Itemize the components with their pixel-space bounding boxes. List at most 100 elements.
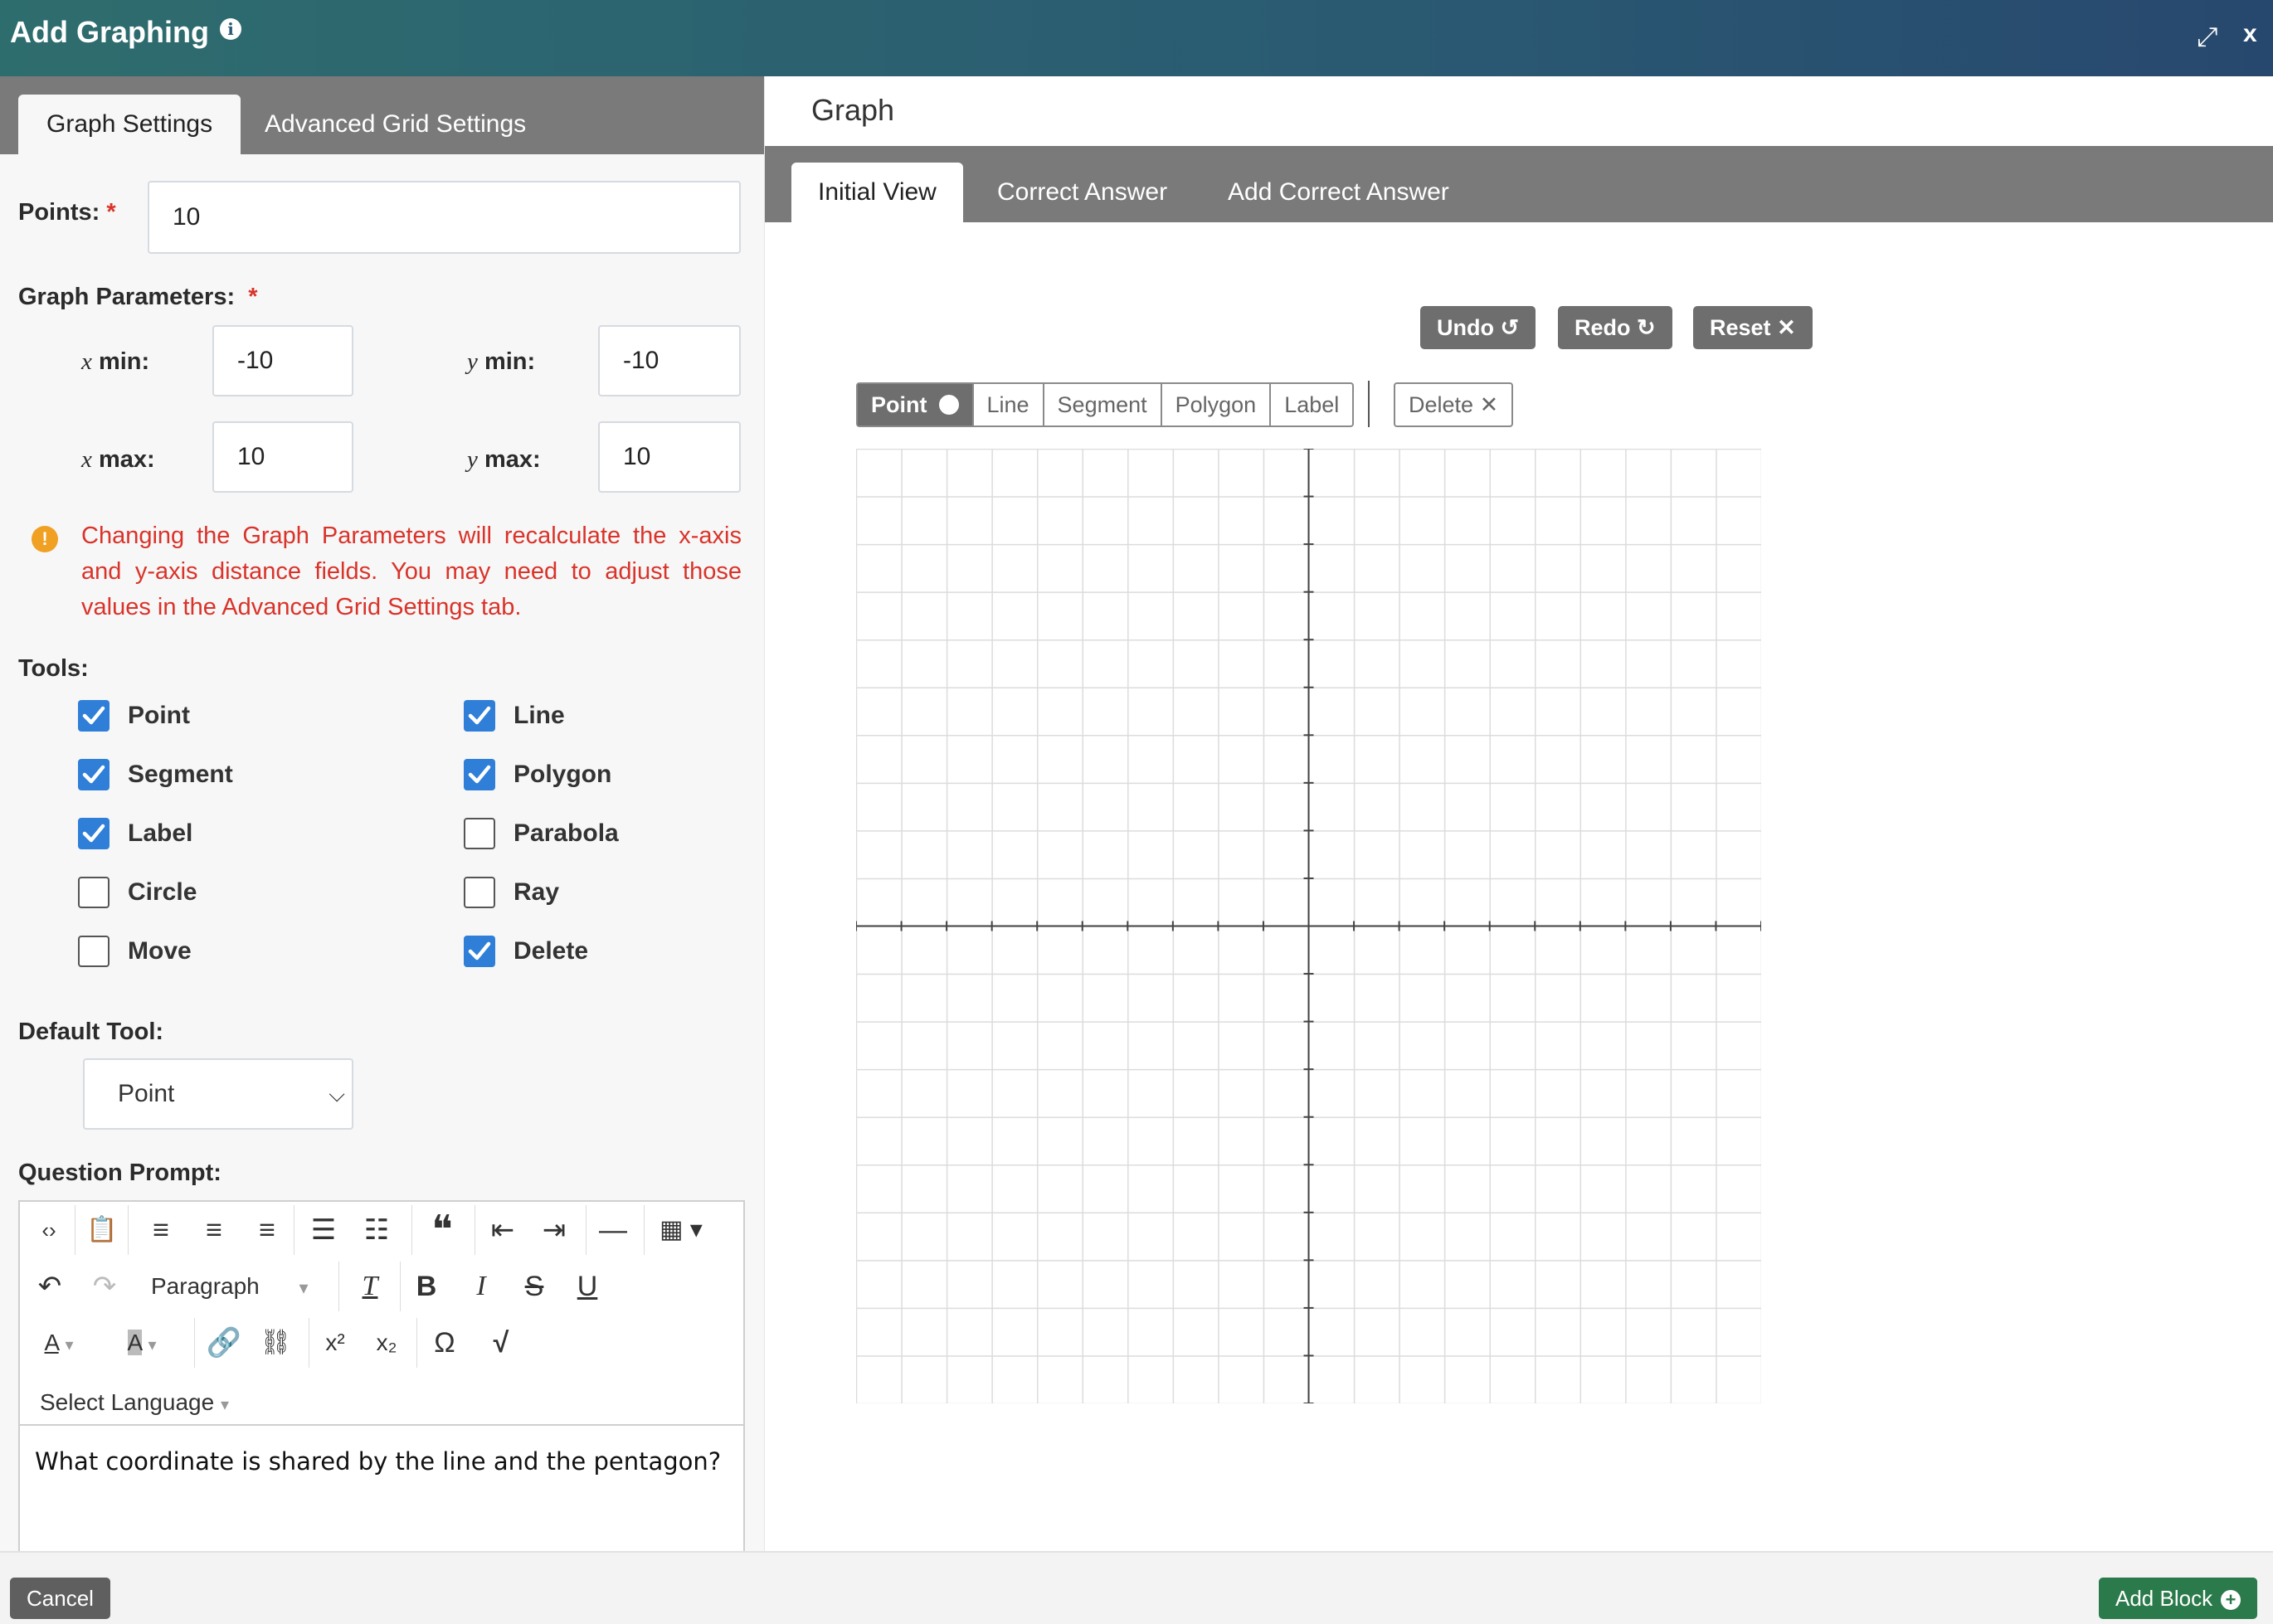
chevron-down-icon: ▾ <box>299 1277 309 1298</box>
strikethrough-icon[interactable]: S <box>516 1258 552 1315</box>
xmin-label: x min: <box>81 348 149 376</box>
math-equation-icon[interactable]: √ <box>483 1315 519 1371</box>
unlink-icon[interactable]: ⛓ <box>257 1315 294 1371</box>
editor-toolbar-row-2: ↶ ↷ Paragraph ▾ T B I S U <box>20 1258 743 1318</box>
reset-button[interactable]: Reset ✕ <box>1693 306 1813 349</box>
graph-parameters-label-text: Graph Parameters: <box>18 284 236 310</box>
tab-advanced-grid-settings[interactable]: Advanced Grid Settings <box>236 95 554 154</box>
undo-icon: ↺ <box>1500 315 1520 340</box>
graph-tool-label[interactable]: Label <box>1271 384 1352 425</box>
undo-label: Undo <box>1437 315 1494 340</box>
tool-checkbox-polygon[interactable] <box>464 759 495 790</box>
graph-tool-point-label: Point <box>871 392 927 417</box>
xmax-input[interactable]: 10 <box>212 421 353 493</box>
question-prompt-label: Question Prompt: <box>18 1160 221 1186</box>
blockquote-icon[interactable]: ❝ <box>421 1202 463 1258</box>
tab-correct-answer[interactable]: Correct Answer <box>971 163 1194 222</box>
text-color-icon[interactable]: A ▾ <box>30 1315 88 1371</box>
info-icon[interactable]: i <box>220 18 241 40</box>
default-tool-label: Default Tool: <box>18 1019 164 1045</box>
special-character-icon[interactable]: Ω <box>426 1315 463 1371</box>
ymax-input[interactable]: 10 <box>598 421 741 493</box>
graph-tool-segment[interactable]: Segment <box>1044 384 1162 425</box>
dialog-footer: Cancel Add Block + <box>0 1551 2273 1624</box>
required-marker: * <box>248 284 258 310</box>
numbered-list-icon[interactable]: ☷ <box>358 1202 395 1258</box>
xmin-label-text: min: <box>98 348 150 375</box>
bullet-list-icon[interactable]: ☰ <box>305 1202 342 1258</box>
tool-checkbox-line[interactable] <box>464 700 495 732</box>
tool-checkbox-label: Parabola <box>513 819 619 847</box>
xmin-input[interactable]: -10 <box>212 325 353 396</box>
close-button[interactable]: x <box>2243 20 2257 48</box>
redo-label: Redo <box>1575 315 1631 340</box>
default-tool-select[interactable]: Point ⌵ <box>83 1058 353 1130</box>
language-select[interactable]: Select Language ▾ <box>40 1389 229 1416</box>
superscript-icon[interactable]: x² <box>317 1315 353 1371</box>
tool-checkbox-ray[interactable] <box>464 877 495 908</box>
horizontal-rule-icon[interactable]: — <box>596 1202 630 1258</box>
points-label: Points: * <box>18 199 116 226</box>
subscript-icon[interactable]: x₂ <box>368 1315 405 1371</box>
clear-format-icon[interactable]: T <box>352 1258 388 1315</box>
tool-checkbox-label: Move <box>128 937 192 965</box>
tool-checkbox-circle[interactable] <box>78 877 110 908</box>
settings-tabs: Graph Settings Advanced Grid Settings <box>0 76 764 154</box>
tool-checkbox-delete[interactable] <box>464 936 495 967</box>
indent-icon[interactable]: ⇥ <box>538 1202 571 1258</box>
tool-checkbox-label[interactable] <box>78 818 110 849</box>
tool-checkbox-move[interactable] <box>78 936 110 967</box>
redo-icon: ↻ <box>1637 315 1656 340</box>
graph-canvas[interactable] <box>856 449 1761 1403</box>
warning-icon: ! <box>32 526 58 552</box>
background-color-icon[interactable]: A ▾ <box>113 1315 171 1371</box>
dialog-header: Add Graphing i ⤢ x <box>0 0 2273 76</box>
undo-icon[interactable]: ↶ <box>32 1258 68 1315</box>
undo-button[interactable]: Undo ↺ <box>1420 306 1536 349</box>
cancel-button[interactable]: Cancel <box>10 1578 110 1619</box>
graph-tool-line[interactable]: Line <box>974 384 1044 425</box>
rich-text-editor: ‹› 📋 ≡ ≡ ≡ ☰ ☷ ❝ ⇤ ⇥ — ▦ ▾ ↶ ↷ Paragraph <box>18 1200 745 1551</box>
table-icon[interactable]: ▦ ▾ <box>652 1202 710 1258</box>
paste-icon[interactable]: 📋 <box>83 1202 121 1258</box>
ymax-label-text: max: <box>484 446 541 473</box>
tab-initial-view[interactable]: Initial View <box>791 163 963 222</box>
xmax-label-text: max: <box>98 446 155 473</box>
redo-icon[interactable]: ↷ <box>86 1258 123 1315</box>
chevron-down-icon: ⌵ <box>329 1082 345 1106</box>
graph-tool-group: Point Line Segment Polygon Label <box>856 382 1355 427</box>
graph-tool-polygon[interactable]: Polygon <box>1162 384 1272 425</box>
prompt-text-area[interactable]: What coordinate is shared by the line an… <box>20 1424 743 1551</box>
link-icon[interactable]: 🔗 <box>206 1315 242 1371</box>
tab-add-correct-answer[interactable]: Add Correct Answer <box>1201 163 1476 222</box>
source-code-icon[interactable]: ‹› <box>30 1202 68 1258</box>
graph-parameters-label: Graph Parameters: * <box>18 284 257 311</box>
settings-panel: Graph Settings Advanced Grid Settings Po… <box>0 76 765 1551</box>
tool-checkbox-label: Ray <box>513 878 560 906</box>
format-select[interactable]: Paragraph ▾ <box>151 1258 333 1315</box>
add-block-button[interactable]: Add Block + <box>2099 1578 2258 1619</box>
tool-checkbox-label: Label <box>128 819 193 847</box>
underline-icon[interactable]: U <box>569 1258 606 1315</box>
tool-checkbox-parabola[interactable] <box>464 818 495 849</box>
tool-checkbox-segment[interactable] <box>78 759 110 790</box>
italic-icon[interactable]: I <box>463 1258 499 1315</box>
close-icon: ✕ <box>1777 315 1796 340</box>
align-left-icon[interactable]: ≡ <box>144 1202 178 1258</box>
align-center-icon[interactable]: ≡ <box>197 1202 231 1258</box>
editor-toolbar-row-3: A ▾ A ▾ 🔗 ⛓ x² x₂ Ω √ <box>20 1315 743 1374</box>
graph-tabs: Initial View Correct Answer Add Correct … <box>765 146 2273 222</box>
ymin-input[interactable]: -10 <box>598 325 741 396</box>
graph-tool-point[interactable]: Point <box>858 384 974 425</box>
points-input[interactable]: 10 <box>148 181 741 254</box>
outdent-icon[interactable]: ⇤ <box>486 1202 519 1258</box>
graph-tool-delete[interactable]: Delete ✕ <box>1394 382 1514 427</box>
format-value: Paragraph <box>151 1273 260 1299</box>
redo-button[interactable]: Redo ↻ <box>1558 306 1672 349</box>
bold-icon[interactable]: B <box>408 1258 445 1315</box>
expand-icon[interactable]: ⤢ <box>2197 22 2218 53</box>
tool-checkbox-point[interactable] <box>78 700 110 732</box>
tab-graph-settings[interactable]: Graph Settings <box>18 95 241 154</box>
dialog-title: Add Graphing <box>10 15 209 49</box>
align-right-icon[interactable]: ≡ <box>251 1202 284 1258</box>
